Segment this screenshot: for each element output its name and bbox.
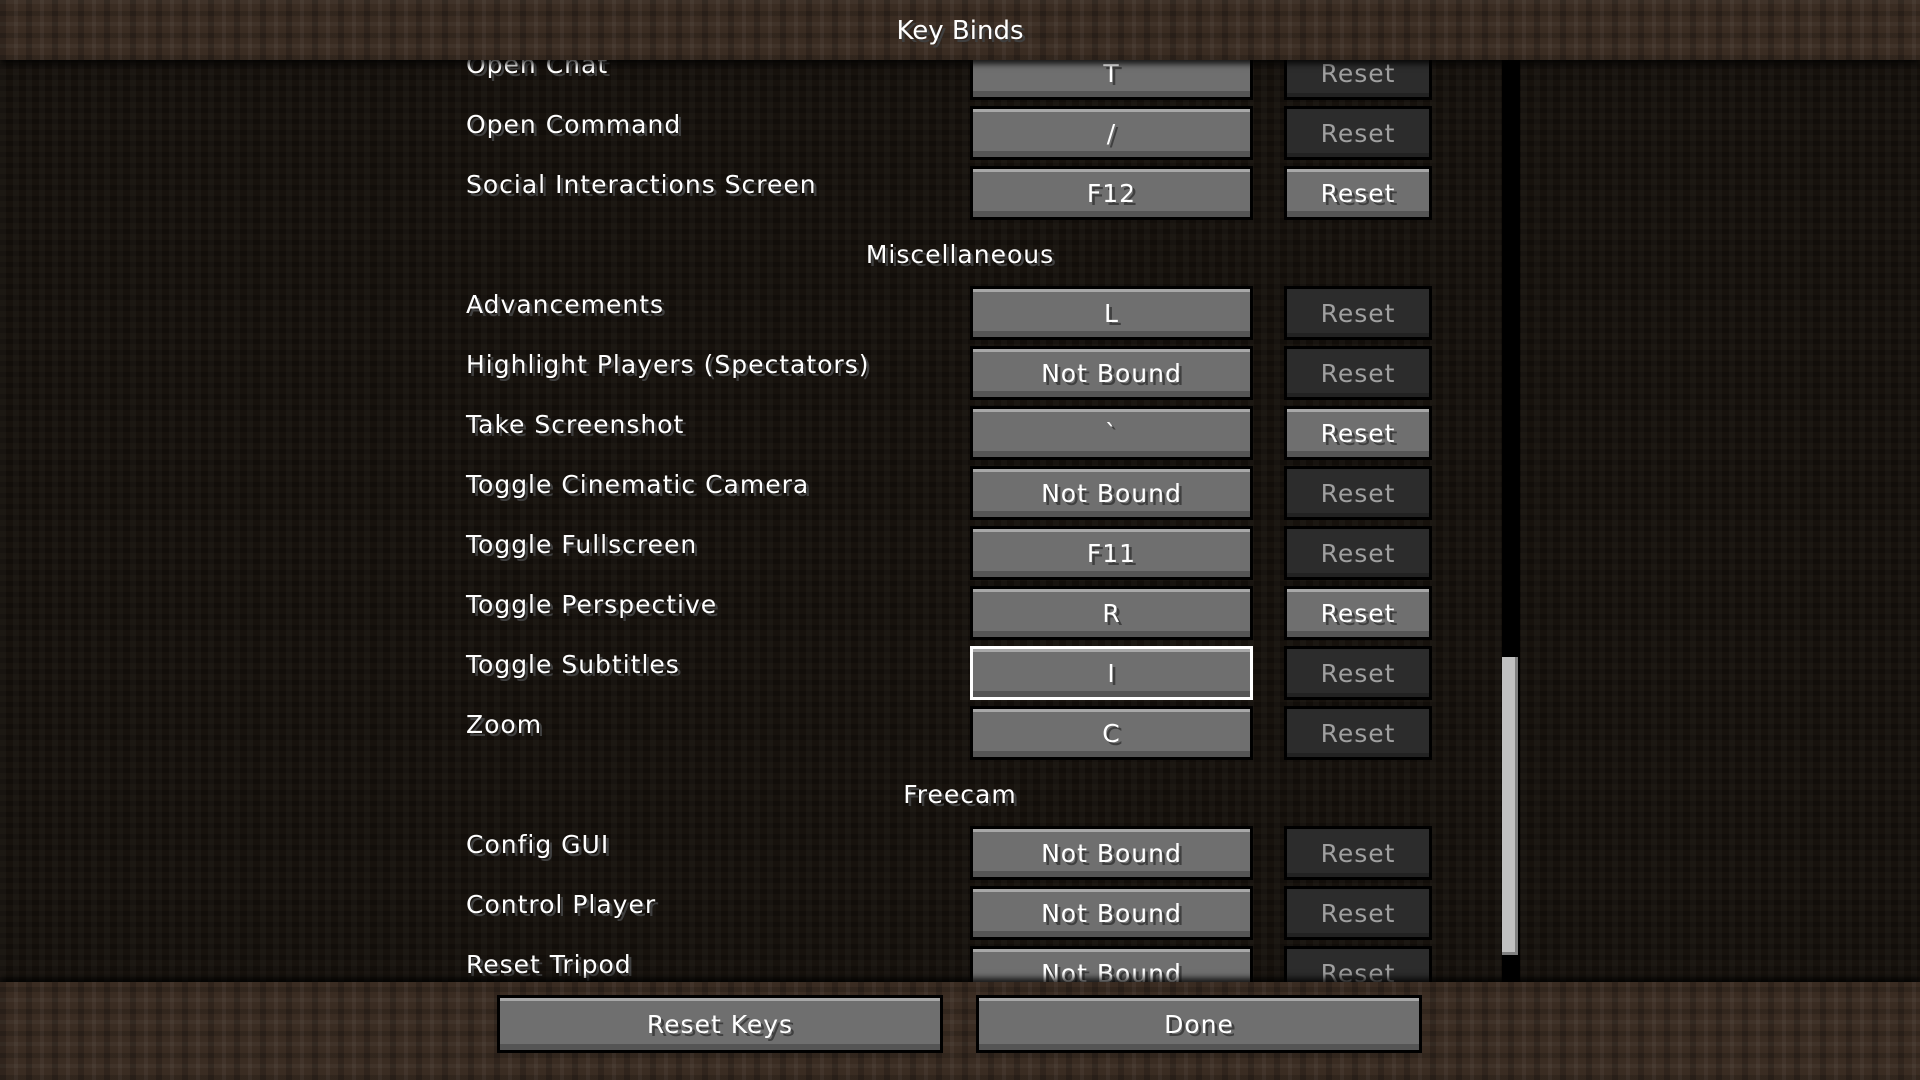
reset-button[interactable]: Reset [1284,706,1432,760]
keybind-label: Toggle Fullscreen [466,530,698,559]
key-button[interactable]: L [970,286,1253,340]
keybind-label: Toggle Cinematic Camera [466,470,810,499]
reset-button[interactable]: Reset [1284,526,1432,580]
key-button[interactable]: R [970,586,1253,640]
key-button[interactable]: Not Bound [970,886,1253,940]
keybind-row: Open Command / Reset [0,106,1920,166]
keybind-list[interactable]: Open Chat T Reset Open Command / Reset Soc… [0,60,1920,982]
keybind-row: Open Chat T Reset [0,60,1920,106]
reset-button[interactable]: Reset [1284,586,1432,640]
key-button[interactable]: / [970,106,1253,160]
keybind-label: Highlight Players (Spectators) [466,350,870,379]
keybind-row: Toggle Perspective R Reset [0,586,1920,646]
keybind-label: Take Screenshot [466,410,685,439]
keybind-label: Advancements [466,290,665,319]
key-button[interactable]: T [970,60,1253,100]
keybind-label: Zoom [466,710,543,739]
keybind-label: Control Player [466,890,657,919]
keybind-row: Control Player Not Bound Reset [0,886,1920,946]
key-button[interactable]: C [970,706,1253,760]
reset-button[interactable]: Reset [1284,826,1432,880]
reset-button[interactable]: Reset [1284,106,1432,160]
keybind-label: Toggle Perspective [466,590,718,619]
reset-button[interactable]: Reset [1284,886,1432,940]
category-header: Miscellaneous [0,226,1920,286]
reset-button[interactable]: Reset [1284,166,1432,220]
reset-button[interactable]: Reset [1284,406,1432,460]
done-button[interactable]: Done [976,995,1422,1053]
key-button[interactable]: Not Bound [970,466,1253,520]
keybind-label: Social Interactions Screen [466,170,817,199]
reset-button[interactable]: Reset [1284,346,1432,400]
keybind-row: Advancements L Reset [0,286,1920,346]
keybind-row: Take Screenshot ` Reset [0,406,1920,466]
key-button[interactable]: Not Bound [970,946,1253,982]
keybind-row: Config GUI Not Bound Reset [0,826,1920,886]
keybind-row: Toggle Cinematic Camera Not Bound Reset [0,466,1920,526]
keybind-row: Highlight Players (Spectators) Not Bound… [0,346,1920,406]
key-button[interactable]: Not Bound [970,826,1253,880]
header: Key Binds [0,0,1920,60]
keybind-row: Reset Tripod Not Bound Reset [0,946,1920,982]
keybind-row: Zoom C Reset [0,706,1920,766]
page-title: Key Binds [896,16,1024,46]
keybind-row: Social Interactions Screen F12 Reset [0,166,1920,226]
category-header: Freecam [0,766,1920,826]
keybind-label: Open Chat [466,60,609,79]
keybind-label: Reset Tripod [466,950,632,979]
key-button[interactable]: F11 [970,526,1253,580]
key-button[interactable]: ` [970,406,1253,460]
key-button[interactable]: Not Bound [970,346,1253,400]
reset-button[interactable]: Reset [1284,286,1432,340]
category-label: Miscellaneous [865,240,1055,269]
keybind-label: Config GUI [466,830,610,859]
keybind-row: Toggle Fullscreen F11 Reset [0,526,1920,586]
reset-button[interactable]: Reset [1284,946,1432,982]
keybind-label: Toggle Subtitles [466,650,680,679]
scrollbar-thumb[interactable] [1502,657,1518,955]
keybind-label: Open Command [466,110,682,139]
reset-keys-button[interactable]: Reset Keys [497,995,943,1053]
keybind-row: Toggle Subtitles I Reset [0,646,1920,706]
reset-button[interactable]: Reset [1284,646,1432,700]
key-button[interactable]: F12 [970,166,1253,220]
reset-button[interactable]: Reset [1284,60,1432,100]
key-button[interactable]: I [970,646,1253,700]
footer [0,982,1920,1080]
reset-button[interactable]: Reset [1284,466,1432,520]
category-label: Freecam [903,780,1017,809]
